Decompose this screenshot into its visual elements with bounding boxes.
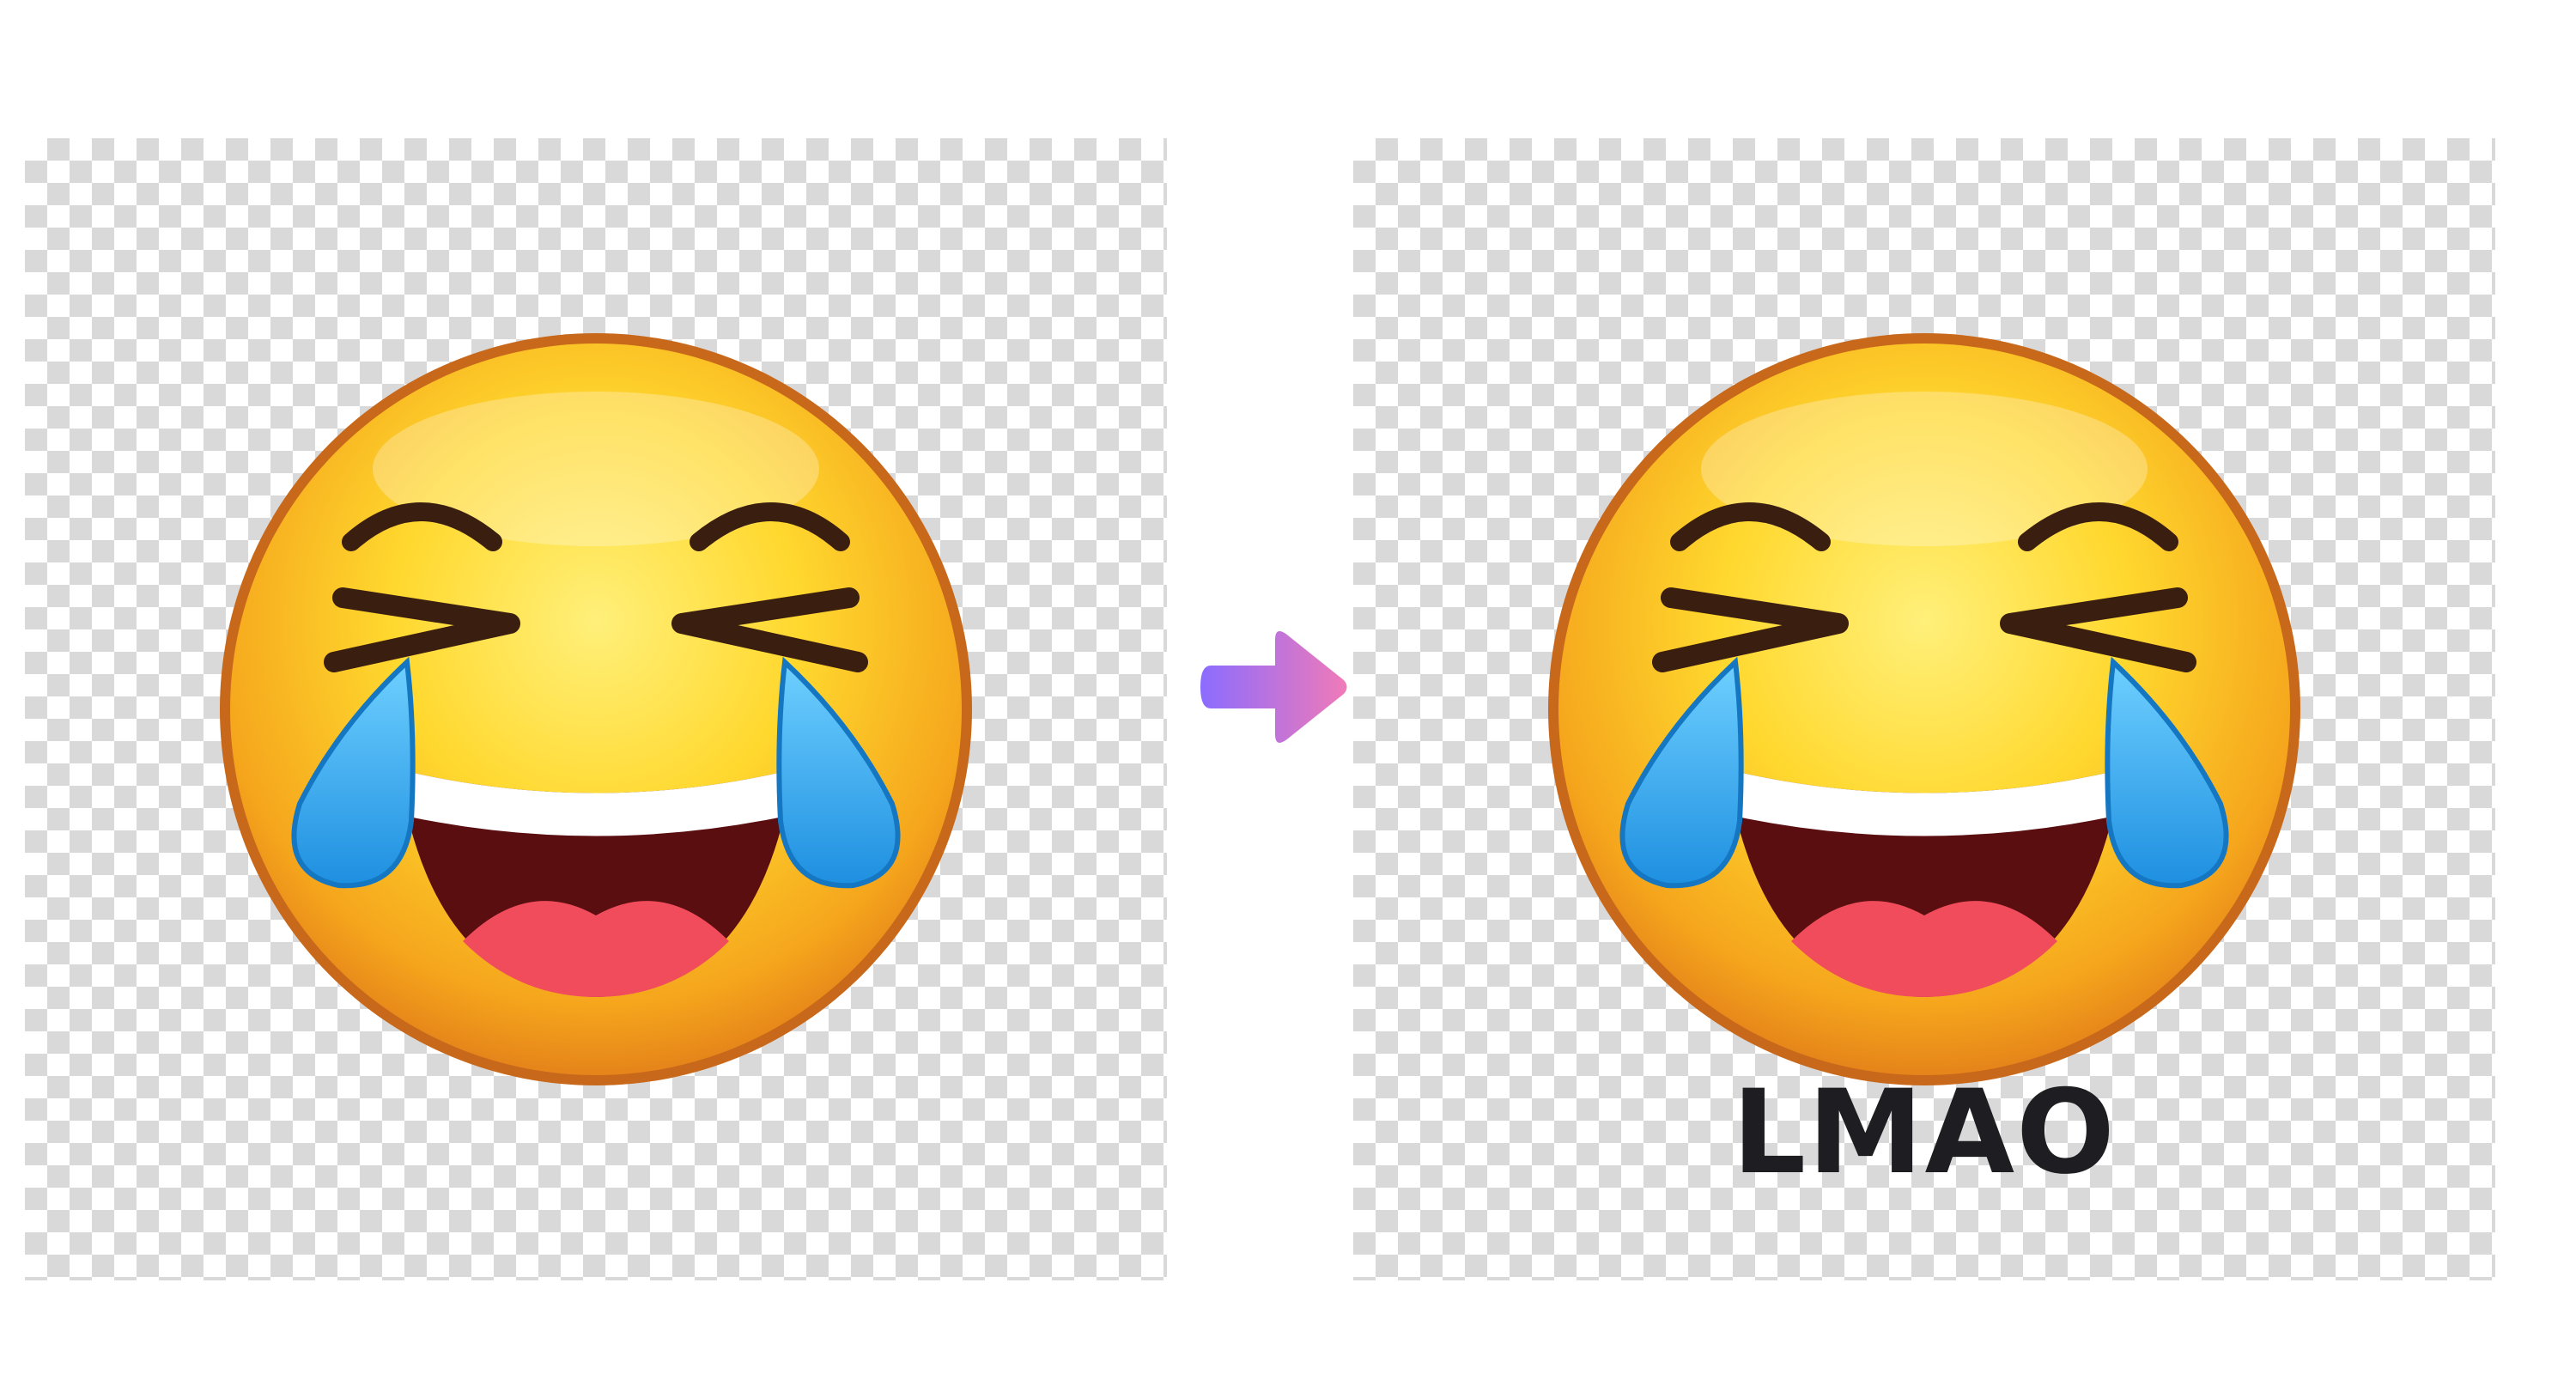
face-with-tears-of-joy-icon [210, 323, 982, 1096]
emoji-caption: LMAO [1732, 1065, 2117, 1200]
face-with-tears-of-joy-icon [1538, 323, 2311, 1096]
after-panel: LMAO [1353, 138, 2495, 1280]
before-panel [25, 138, 1167, 1280]
comparison-stage: LMAO [0, 0, 2576, 1374]
arrow-right-icon [1200, 631, 1347, 743]
